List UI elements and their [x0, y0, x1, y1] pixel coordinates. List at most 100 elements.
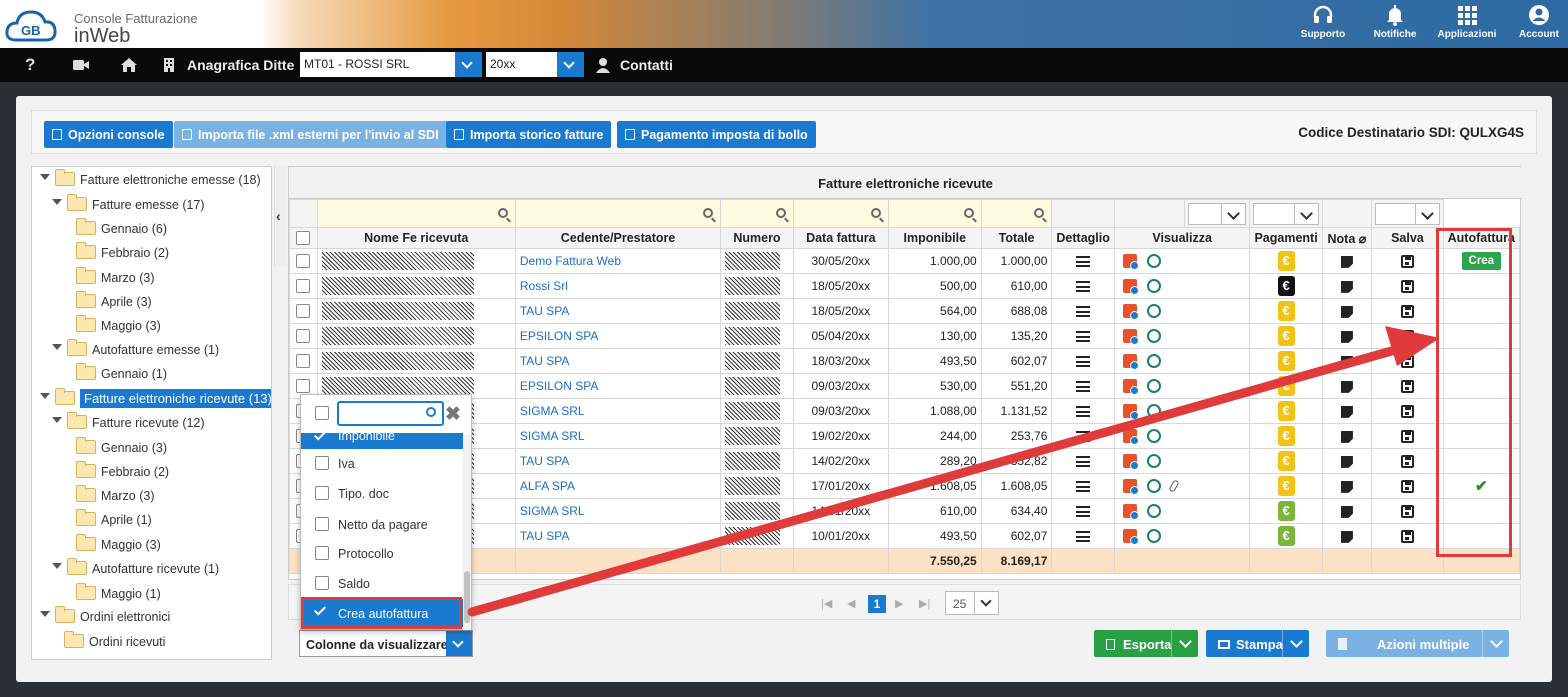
- euro-icon[interactable]: €: [1277, 301, 1295, 321]
- nota-cell[interactable]: [1321, 373, 1373, 399]
- menu-icon[interactable]: [1076, 306, 1091, 318]
- chevron-down-icon[interactable]: [557, 52, 584, 77]
- row-checkbox[interactable]: [296, 254, 311, 269]
- page-size-select[interactable]: 25: [945, 591, 999, 615]
- cedente-link[interactable]: TAU SPA: [514, 298, 722, 324]
- columns-scrollbar[interactable]: [463, 435, 471, 630]
- salva-cell[interactable]: [1371, 523, 1444, 549]
- xml-view-icon[interactable]: [1146, 454, 1161, 469]
- column-option[interactable]: Imponibile: [301, 433, 463, 449]
- salva-cell[interactable]: [1371, 498, 1444, 524]
- cedente-link[interactable]: SIGMA SRL: [514, 498, 722, 524]
- chevron-down-icon[interactable]: [1482, 630, 1509, 657]
- table-row[interactable]: ALFA SPA 17/01/20xx 1.608,05 1.608,05 € ✔: [289, 473, 1521, 499]
- dettaglio-cell[interactable]: [1051, 348, 1115, 374]
- euro-icon[interactable]: €: [1277, 476, 1295, 496]
- save-icon[interactable]: [1400, 280, 1414, 294]
- row-select-cell[interactable]: [289, 348, 318, 374]
- salva-cell[interactable]: [1371, 473, 1444, 499]
- column-option[interactable]: Saldo: [301, 569, 463, 597]
- salva-cell[interactable]: [1371, 448, 1444, 474]
- table-row[interactable]: SIGMA SRL 14/01/20xx 610,00 634,40 €: [289, 498, 1521, 524]
- table-row[interactable]: TAU SPA 18/03/20xx 493,50 602,07 €: [289, 348, 1521, 374]
- euro-icon[interactable]: €: [1277, 251, 1295, 271]
- year-select[interactable]: 20xx: [486, 52, 584, 77]
- applications-button[interactable]: Applicazioni: [1432, 4, 1502, 40]
- dettaglio-cell[interactable]: [1051, 523, 1115, 549]
- column-header[interactable]: Visualizza: [1113, 227, 1251, 249]
- note-icon[interactable]: [1340, 380, 1353, 393]
- note-icon[interactable]: [1340, 405, 1353, 418]
- dettaglio-cell[interactable]: [1051, 298, 1115, 324]
- column-header[interactable]: Salva: [1371, 227, 1444, 249]
- pagamenti-cell[interactable]: €: [1249, 273, 1323, 299]
- prev-page-icon[interactable]: ◀: [847, 597, 855, 610]
- pagamenti-cell[interactable]: €: [1249, 248, 1323, 274]
- columns-search-input[interactable]: [337, 401, 444, 426]
- help-button[interactable]: ?: [25, 55, 35, 75]
- cedente-link[interactable]: TAU SPA: [514, 348, 722, 374]
- pagamenti-cell[interactable]: €: [1249, 448, 1323, 474]
- pdf-view-icon[interactable]: [1122, 479, 1139, 496]
- euro-icon[interactable]: €: [1277, 401, 1295, 421]
- save-icon[interactable]: [1400, 505, 1414, 519]
- chevron-down-icon[interactable]: [974, 592, 998, 614]
- column-header[interactable]: Nota ⌀: [1321, 227, 1373, 249]
- cedente-link[interactable]: EPSILON SPA: [514, 373, 722, 399]
- pagamenti-cell[interactable]: €: [1249, 373, 1323, 399]
- pagamenti-cell[interactable]: €: [1249, 423, 1323, 449]
- row-checkbox[interactable]: [296, 304, 311, 319]
- xml-view-icon[interactable]: [1146, 304, 1161, 319]
- nota-cell[interactable]: [1321, 498, 1373, 524]
- column-filter-input[interactable]: [792, 199, 889, 228]
- cedente-link[interactable]: TAU SPA: [514, 523, 722, 549]
- save-icon[interactable]: [1400, 355, 1414, 369]
- select-all-checkbox[interactable]: [315, 406, 329, 420]
- column-option-checkbox[interactable]: [315, 486, 329, 500]
- nota-cell[interactable]: [1321, 248, 1373, 274]
- pagamenti-filter[interactable]: [1183, 199, 1251, 228]
- azioni-multiple-button[interactable]: Azioni multiple: [1326, 630, 1509, 657]
- pdf-view-icon[interactable]: [1122, 404, 1139, 421]
- xml-view-icon[interactable]: [1146, 354, 1161, 369]
- column-header[interactable]: Numero: [720, 227, 794, 249]
- pdf-view-icon[interactable]: [1122, 504, 1139, 521]
- column-option-checkbox[interactable]: [315, 546, 329, 560]
- salva-cell[interactable]: [1371, 323, 1444, 349]
- euro-icon[interactable]: €: [1277, 426, 1295, 446]
- save-icon[interactable]: [1400, 405, 1414, 419]
- dettaglio-cell[interactable]: [1051, 448, 1115, 474]
- cedente-link[interactable]: EPSILON SPA: [514, 323, 722, 349]
- nota-cell[interactable]: [1321, 523, 1373, 549]
- menu-icon[interactable]: [1076, 531, 1091, 543]
- stampa-button[interactable]: Stampa: [1206, 630, 1309, 657]
- caret-down-icon[interactable]: [40, 611, 50, 617]
- note-icon[interactable]: [1340, 355, 1353, 368]
- pdf-view-icon[interactable]: [1122, 454, 1139, 471]
- menu-icon[interactable]: [1076, 256, 1091, 268]
- column-header[interactable]: Cedente/Prestatore: [514, 227, 722, 249]
- nota-cell[interactable]: [1321, 423, 1373, 449]
- cedente-link[interactable]: Rossi Srl: [514, 273, 722, 299]
- pagamenti-cell[interactable]: €: [1249, 523, 1323, 549]
- salva-cell[interactable]: [1371, 348, 1444, 374]
- menu-icon[interactable]: [1076, 281, 1091, 293]
- column-filter-input[interactable]: [514, 199, 722, 228]
- caret-down-icon[interactable]: [52, 417, 62, 423]
- note-icon[interactable]: [1340, 280, 1353, 293]
- row-select-cell[interactable]: [289, 323, 318, 349]
- menu-icon[interactable]: [1076, 431, 1091, 443]
- nota-cell[interactable]: [1321, 473, 1373, 499]
- menu-icon[interactable]: [1076, 481, 1091, 493]
- column-option[interactable]: Iva: [301, 449, 463, 477]
- note-icon[interactable]: [1340, 530, 1353, 543]
- pdf-view-icon[interactable]: [1122, 279, 1139, 296]
- column-header[interactable]: Pagamenti: [1249, 227, 1323, 249]
- save-icon[interactable]: [1400, 255, 1414, 269]
- xml-view-icon[interactable]: [1146, 329, 1161, 344]
- dettaglio-cell[interactable]: [1051, 373, 1115, 399]
- pdf-view-icon[interactable]: [1122, 429, 1139, 446]
- home-icon[interactable]: [120, 57, 138, 73]
- chevron-down-icon[interactable]: [1414, 204, 1439, 224]
- xml-view-icon[interactable]: [1146, 479, 1161, 494]
